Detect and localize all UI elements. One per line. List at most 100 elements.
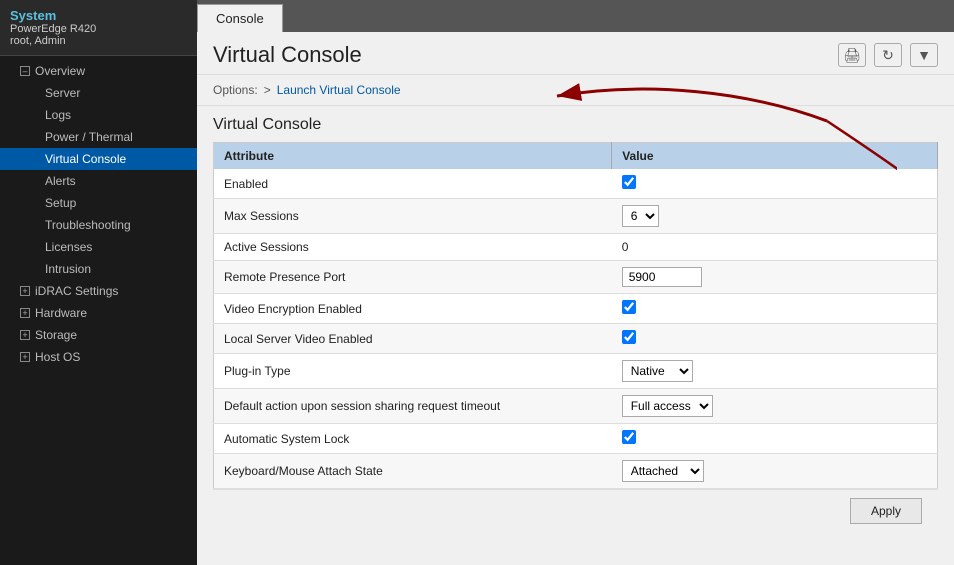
row-label-active-sessions: Active Sessions bbox=[214, 234, 612, 261]
content-area: Virtual Console 🖨 ↻ ▼ Options: > Launch … bbox=[197, 32, 954, 565]
sidebar-item-label: Virtual Console bbox=[45, 152, 126, 166]
apply-row: Apply bbox=[213, 489, 938, 532]
options-chevron: > bbox=[264, 83, 271, 97]
sidebar-item-label: Alerts bbox=[45, 174, 76, 188]
sidebar-item-label: Licenses bbox=[45, 240, 92, 254]
sidebar-item-storage[interactable]: + Storage bbox=[0, 324, 197, 346]
options-bar: Options: > Launch Virtual Console bbox=[197, 75, 954, 106]
row-label-video-encryption: Video Encryption Enabled bbox=[214, 294, 612, 324]
title-icons: 🖨 ↻ ▼ bbox=[838, 43, 938, 67]
sidebar-header: System PowerEdge R420 root, Admin bbox=[0, 0, 197, 56]
sidebar-item-logs[interactable]: Logs bbox=[0, 104, 197, 126]
table-row: Active Sessions0 bbox=[214, 234, 938, 261]
row-value-default-action[interactable]: Full accessRead onlyDeny bbox=[612, 389, 938, 424]
checkbox-auto-system-lock[interactable] bbox=[622, 430, 636, 444]
sidebar-item-setup[interactable]: Setup bbox=[0, 192, 197, 214]
main-content: Console Virtual Console 🖨 ↻ ▼ Options: >… bbox=[197, 0, 954, 565]
sidebar-item-label: Overview bbox=[35, 64, 85, 78]
section-title: Virtual Console bbox=[213, 116, 938, 134]
table-row: Local Server Video Enabled bbox=[214, 324, 938, 354]
expand-icon: + bbox=[20, 330, 30, 340]
tab-bar: Console bbox=[197, 0, 954, 32]
row-value-enabled[interactable] bbox=[612, 169, 938, 199]
sidebar-item-intrusion[interactable]: Intrusion bbox=[0, 258, 197, 280]
row-label-local-server-video: Local Server Video Enabled bbox=[214, 324, 612, 354]
sidebar-item-alerts[interactable]: Alerts bbox=[0, 170, 197, 192]
expand-icon: + bbox=[20, 286, 30, 296]
table-row: Default action upon session sharing requ… bbox=[214, 389, 938, 424]
sidebar-item-label: Setup bbox=[45, 196, 76, 210]
options-label: Options: bbox=[213, 83, 258, 97]
row-label-auto-system-lock: Automatic System Lock bbox=[214, 424, 612, 454]
row-label-enabled: Enabled bbox=[214, 169, 612, 199]
sidebar-item-virtual-console[interactable]: Virtual Console bbox=[0, 148, 197, 170]
more-button[interactable]: ▼ bbox=[910, 43, 938, 67]
sidebar-item-label: Host OS bbox=[35, 350, 80, 364]
sidebar-item-label: Intrusion bbox=[45, 262, 91, 276]
sidebar-item-host-os[interactable]: + Host OS bbox=[0, 346, 197, 368]
vc-table-body: EnabledMax Sessions 123456 Active Sessions… bbox=[214, 169, 938, 489]
sidebar-item-power-thermal[interactable]: Power / Thermal bbox=[0, 126, 197, 148]
row-value-remote-presence-port[interactable] bbox=[612, 261, 938, 294]
sidebar-item-label: iDRAC Settings bbox=[35, 284, 118, 298]
expand-icon: + bbox=[20, 308, 30, 318]
row-value-local-server-video[interactable] bbox=[612, 324, 938, 354]
section-wrapper: Virtual Console Attribute Value EnabledM… bbox=[197, 106, 954, 542]
vc-table: Attribute Value EnabledMax Sessions 12345… bbox=[213, 142, 938, 489]
select-keyboard-mouse-attach[interactable]: AttachedDetached bbox=[622, 460, 704, 482]
system-label: System bbox=[10, 8, 187, 23]
col-value: Value bbox=[612, 143, 938, 170]
page-title-bar: Virtual Console 🖨 ↻ ▼ bbox=[197, 32, 954, 75]
page-title: Virtual Console bbox=[213, 42, 362, 68]
table-row: Video Encryption Enabled bbox=[214, 294, 938, 324]
table-row: Enabled bbox=[214, 169, 938, 199]
print-button[interactable]: 🖨 bbox=[838, 43, 866, 67]
expand-icon: + bbox=[20, 352, 30, 362]
collapse-icon: – bbox=[20, 66, 30, 76]
row-label-keyboard-mouse-attach: Keyboard/Mouse Attach State bbox=[214, 454, 612, 489]
table-row: Remote Presence Port bbox=[214, 261, 938, 294]
table-row: Max Sessions 123456 bbox=[214, 199, 938, 234]
sidebar-item-label: Logs bbox=[45, 108, 71, 122]
sidebar-item-label: Hardware bbox=[35, 306, 87, 320]
row-value-auto-system-lock[interactable] bbox=[612, 424, 938, 454]
sidebar-item-label: Storage bbox=[35, 328, 77, 342]
row-value-keyboard-mouse-attach[interactable]: AttachedDetached bbox=[612, 454, 938, 489]
sidebar-item-troubleshooting[interactable]: Troubleshooting bbox=[0, 214, 197, 236]
row-value-plugin-type[interactable]: NativeJavaActiveX bbox=[612, 354, 938, 389]
tab-console[interactable]: Console bbox=[197, 4, 283, 32]
row-label-max-sessions: Max Sessions bbox=[214, 199, 612, 234]
table-row: Plug-in Type NativeJavaActiveX bbox=[214, 354, 938, 389]
checkbox-enabled[interactable] bbox=[622, 175, 636, 189]
table-row: Keyboard/Mouse Attach State AttachedDetac… bbox=[214, 454, 938, 489]
row-label-plugin-type: Plug-in Type bbox=[214, 354, 612, 389]
checkbox-local-server-video[interactable] bbox=[622, 330, 636, 344]
sidebar-item-hardware[interactable]: + Hardware bbox=[0, 302, 197, 324]
sidebar-item-label: Power / Thermal bbox=[45, 130, 133, 144]
row-value-max-sessions[interactable]: 123456 bbox=[612, 199, 938, 234]
refresh-button[interactable]: ↻ bbox=[874, 43, 902, 67]
sidebar-item-idrac-settings[interactable]: + iDRAC Settings bbox=[0, 280, 197, 302]
col-attribute: Attribute bbox=[214, 143, 612, 170]
row-value-active-sessions: 0 bbox=[612, 234, 938, 261]
select-max-sessions[interactable]: 123456 bbox=[622, 205, 659, 227]
row-value-video-encryption[interactable] bbox=[612, 294, 938, 324]
sidebar: System PowerEdge R420 root, Admin –Overv… bbox=[0, 0, 197, 565]
sidebar-item-label: Troubleshooting bbox=[45, 218, 131, 232]
checkbox-video-encryption[interactable] bbox=[622, 300, 636, 314]
table-header-row: Attribute Value bbox=[214, 143, 938, 170]
select-default-action[interactable]: Full accessRead onlyDeny bbox=[622, 395, 713, 417]
row-label-default-action: Default action upon session sharing requ… bbox=[214, 389, 612, 424]
sidebar-item-server[interactable]: Server bbox=[0, 82, 197, 104]
sidebar-item-licenses[interactable]: Licenses bbox=[0, 236, 197, 258]
sidebar-item-overview[interactable]: –Overview bbox=[0, 60, 197, 82]
select-plugin-type[interactable]: NativeJavaActiveX bbox=[622, 360, 693, 382]
sidebar-nav: –Overview Server Logs Power / Thermal Virtua… bbox=[0, 56, 197, 372]
input-remote-presence-port[interactable] bbox=[622, 267, 702, 287]
apply-button[interactable]: Apply bbox=[850, 498, 922, 524]
row-label-remote-presence-port: Remote Presence Port bbox=[214, 261, 612, 294]
system-user: root, Admin bbox=[10, 35, 187, 47]
sidebar-item-label: Server bbox=[45, 86, 80, 100]
system-model: PowerEdge R420 bbox=[10, 23, 187, 35]
launch-virtual-console-link[interactable]: Launch Virtual Console bbox=[277, 83, 401, 97]
